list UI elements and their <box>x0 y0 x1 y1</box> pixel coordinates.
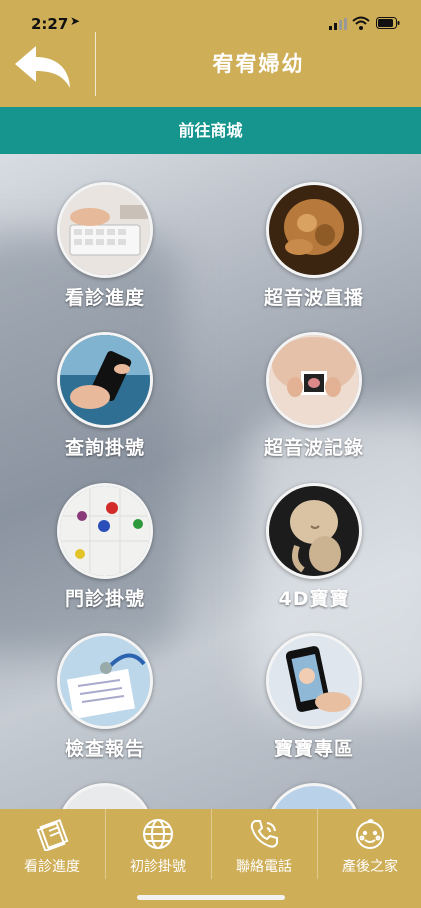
ultrasound-3d-image-icon <box>266 182 362 278</box>
menu-item-partial-right[interactable] <box>224 783 404 809</box>
tab-contact-phone[interactable]: 聯絡電話 <box>212 809 316 879</box>
menu-label: 看診進度 <box>64 287 145 309</box>
menu-grid: 看診進度 超音波直播 查詢掛號 超音波記錄 門診掛號 4D寶寶 檢查報告 寶寶專… <box>0 154 421 809</box>
wifi-icon <box>352 16 370 30</box>
app-header: 2:27 ➤ 宥宥婦幼 <box>0 0 421 107</box>
menu-label: 查詢掛號 <box>64 437 145 459</box>
menu-item-outpatient-registration[interactable]: 門診掛號 <box>15 483 195 611</box>
back-arrow-icon[interactable] <box>12 42 74 90</box>
phone-in-hand-image-icon <box>57 332 153 428</box>
menu-item-query-registration[interactable]: 查詢掛號 <box>15 332 195 460</box>
menu-label: 超音波直播 <box>263 287 364 309</box>
tab-first-visit-registration[interactable]: 初診掛號 <box>106 809 210 879</box>
menu-label: 4D寶寶 <box>278 588 350 610</box>
status-time: 2:27 <box>31 15 69 33</box>
cellular-signal-icon <box>329 18 347 30</box>
menu-item-baby-zone[interactable]: 寶寶專區 <box>224 633 404 761</box>
tab-label: 初診掛號 <box>130 859 186 875</box>
menu-item-test-reports[interactable]: 檢查報告 <box>15 633 195 761</box>
tab-visit-progress[interactable]: 看診進度 <box>0 809 104 879</box>
status-bar: 2:27 ➤ <box>0 0 421 44</box>
globe-icon <box>143 819 173 849</box>
menu-label: 超音波記錄 <box>263 437 364 459</box>
document-stack-icon <box>36 818 69 851</box>
keyboard-image-icon <box>57 182 153 278</box>
location-arrow-icon: ➤ <box>70 14 81 28</box>
menu-item-4d-baby[interactable]: 4D寶寶 <box>224 483 404 611</box>
home-indicator <box>137 895 285 900</box>
baby-photo-phone-image-icon <box>266 633 362 729</box>
calendar-pins-image-icon <box>57 483 153 579</box>
partial-image-icon <box>57 783 153 809</box>
bottom-tab-bar: 看診進度 初診掛號 聯絡電話 產後之家 <box>0 809 421 908</box>
menu-label: 寶寶專區 <box>273 738 354 760</box>
stethoscope-report-image-icon <box>57 633 153 729</box>
menu-label: 檢查報告 <box>64 738 145 760</box>
menu-item-ultrasound-records[interactable]: 超音波記錄 <box>224 332 404 460</box>
baby-face-icon <box>356 819 384 849</box>
ultrasound-photo-image-icon <box>266 332 362 428</box>
page-title: 宥宥婦幼 <box>212 52 305 76</box>
menu-item-visit-progress[interactable]: 看診進度 <box>15 182 195 310</box>
menu-item-partial-left[interactable] <box>15 783 195 809</box>
baby-model-image-icon <box>266 483 362 579</box>
partial-image-icon <box>266 783 362 809</box>
tab-postpartum-care[interactable]: 產後之家 <box>318 809 421 879</box>
menu-item-ultrasound-live[interactable]: 超音波直播 <box>224 182 404 310</box>
tab-label: 產後之家 <box>342 859 398 875</box>
go-to-shop-link[interactable]: 前往商城 <box>0 107 421 154</box>
battery-icon <box>376 17 400 29</box>
tab-label: 聯絡電話 <box>236 859 292 875</box>
tab-label: 看診進度 <box>24 859 80 875</box>
phone-icon <box>250 820 278 848</box>
menu-label: 門診掛號 <box>64 588 145 610</box>
